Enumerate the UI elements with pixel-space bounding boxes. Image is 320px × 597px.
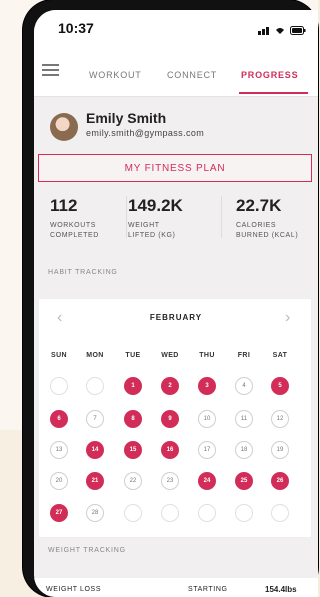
- calendar-day[interactable]: 25: [235, 472, 253, 490]
- calendar-empty-day: [198, 504, 216, 522]
- stat-label: CALORIES BURNED (KCAL): [236, 221, 298, 241]
- stat-value: 22.7K: [236, 196, 282, 215]
- stat-label-line1: CALORIES: [236, 222, 277, 229]
- calendar-day[interactable]: 16: [161, 441, 179, 459]
- calendar-day[interactable]: 9: [161, 410, 179, 428]
- profile-email: emily.smith@gympass.com: [86, 128, 205, 138]
- calendar-day[interactable]: 13: [50, 441, 68, 459]
- stat-label-line2: LIFTED (KG): [128, 232, 176, 239]
- calendar-day[interactable]: 1: [124, 377, 142, 395]
- calendar-day[interactable]: 8: [124, 410, 142, 428]
- calendar-empty-day: [86, 377, 104, 395]
- calendar-day[interactable]: 26: [271, 472, 289, 490]
- avatar[interactable]: [50, 113, 78, 141]
- calendar-day[interactable]: 22: [124, 472, 142, 490]
- calendar-day[interactable]: 17: [198, 441, 216, 459]
- profile-name: Emily Smith: [86, 110, 167, 126]
- calendar-day[interactable]: 20: [50, 472, 68, 490]
- chevron-right-icon[interactable]: ›: [285, 309, 290, 327]
- habit-calendar: ‹ FEBRUARY › SUN MON TUE WED THU FRI SAT 1 2 3 4 5 6…: [38, 298, 312, 538]
- calendar-day[interactable]: 23: [161, 472, 179, 490]
- weekday-label: THU: [199, 352, 215, 359]
- calendar-month: FEBRUARY: [149, 313, 203, 322]
- stat-value: 112: [50, 196, 78, 215]
- starting-value: 154.4lbs: [265, 585, 297, 594]
- battery-icon: [290, 22, 306, 40]
- tab-underline: [239, 92, 308, 94]
- divider: [126, 196, 127, 238]
- weekday-label: WED: [161, 352, 179, 359]
- calendar-empty-day: [124, 504, 142, 522]
- weekday-label: TUE: [125, 352, 141, 359]
- stat-calories: 22.7K CALORIES BURNED (KCAL): [236, 196, 298, 241]
- calendar-header: ‹ FEBRUARY ›: [39, 299, 313, 333]
- tab-progress[interactable]: PROGRESS: [241, 70, 298, 80]
- stat-label-line2: BURNED (KCAL): [236, 232, 299, 239]
- calendar-day[interactable]: 12: [271, 410, 289, 428]
- weekday-label: MON: [86, 352, 104, 359]
- calendar-day[interactable]: 27: [50, 504, 68, 522]
- stat-label-line1: WORKOUTS: [50, 222, 97, 229]
- stat-label: WORKOUTS COMPLETED: [50, 221, 99, 241]
- stat-label-line2: COMPLETED: [50, 232, 99, 239]
- calendar-day[interactable]: 7: [86, 410, 104, 428]
- calendar-day[interactable]: 6: [50, 410, 68, 428]
- calendar-day[interactable]: 3: [198, 377, 216, 395]
- stat-value: 149.2K: [128, 196, 183, 215]
- weight-loss-label: WEIGHT LOSS: [46, 586, 102, 593]
- calendar-day[interactable]: 4: [235, 377, 253, 395]
- calendar-day[interactable]: 28: [86, 504, 104, 522]
- status-bar: 10:37: [34, 10, 318, 44]
- calendar-day[interactable]: 11: [235, 410, 253, 428]
- wifi-icon: [274, 22, 286, 40]
- calendar-day[interactable]: 21: [86, 472, 104, 490]
- divider: [221, 196, 222, 238]
- weekday-label: SAT: [272, 352, 288, 359]
- calendar-day[interactable]: 2: [161, 377, 179, 395]
- calendar-day[interactable]: 5: [271, 377, 289, 395]
- calendar-day[interactable]: 18: [235, 441, 253, 459]
- tab-workout[interactable]: WORKOUT: [89, 70, 142, 80]
- stat-label: WEIGHT LIFTED (KG): [128, 221, 183, 241]
- top-nav: WORKOUT CONNECT PROGRESS: [34, 44, 318, 97]
- weekday-label: SUN: [51, 352, 67, 359]
- stat-label-line1: WEIGHT: [128, 222, 160, 229]
- tab-connect[interactable]: CONNECT: [167, 70, 217, 80]
- my-fitness-plan-button[interactable]: MY FITNESS PLAN: [38, 154, 312, 182]
- stat-workouts: 112 WORKOUTS COMPLETED: [50, 196, 99, 241]
- app-screen: 10:37 WORKOUT CONNECT PROGRESS Emily Smi…: [34, 10, 318, 597]
- calendar-empty-day: [271, 504, 289, 522]
- starting-label: STARTING: [188, 586, 228, 593]
- weekday-label: FRI: [237, 352, 251, 359]
- signal-icon: [258, 22, 270, 40]
- hamburger-icon[interactable]: [42, 64, 59, 76]
- calendar-empty-day: [161, 504, 179, 522]
- weight-tracking-label: WEIGHT TRACKING: [48, 547, 126, 554]
- stat-weight: 149.2K WEIGHT LIFTED (KG): [128, 196, 183, 241]
- habit-tracking-label: HABIT TRACKING: [48, 269, 118, 276]
- status-icons: [258, 22, 306, 40]
- calendar-day[interactable]: 19: [271, 441, 289, 459]
- calendar-empty-day: [50, 377, 68, 395]
- calendar-empty-day: [235, 504, 253, 522]
- status-time: 10:37: [58, 20, 94, 36]
- calendar-day[interactable]: 15: [124, 441, 142, 459]
- calendar-day[interactable]: 10: [198, 410, 216, 428]
- calendar-day[interactable]: 14: [86, 441, 104, 459]
- calendar-day[interactable]: 24: [198, 472, 216, 490]
